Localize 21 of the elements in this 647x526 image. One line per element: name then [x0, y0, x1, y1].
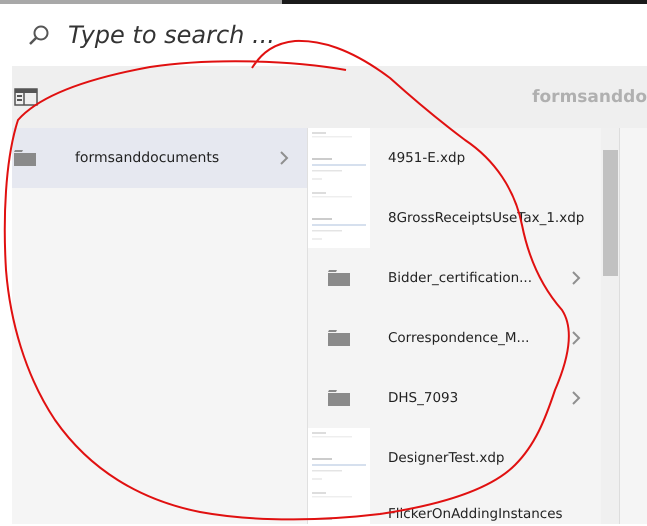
folder-icon	[328, 390, 350, 406]
item-label[interactable]: DesignerTest.xdp	[388, 450, 581, 466]
folder-icon	[14, 150, 36, 166]
item-label[interactable]: Correspondence_M...	[388, 330, 571, 346]
item-label[interactable]: FlickerOnAddingInstances	[388, 506, 581, 522]
folder-icon	[328, 270, 350, 286]
chevron-right-icon[interactable]	[571, 270, 581, 286]
item-label[interactable]: Bidder_certification...	[388, 270, 571, 286]
scrollbar[interactable]	[601, 128, 620, 524]
item-label[interactable]: DHS_7093	[388, 390, 571, 406]
folder-icon	[328, 330, 350, 346]
panel-toggle-icon[interactable]	[14, 88, 38, 106]
item-label[interactable]: 4951-E.xdp	[388, 150, 581, 166]
chevron-right-icon[interactable]	[279, 150, 289, 166]
item-label: formsanddocuments	[75, 150, 220, 166]
breadcrumb-title: formsanddo	[532, 87, 647, 107]
chevron-right-icon[interactable]	[571, 390, 581, 406]
search-icon	[28, 24, 50, 46]
search-field[interactable]: Type to search ...	[68, 21, 468, 49]
chevron-right-icon[interactable]	[571, 330, 581, 346]
folder-item[interactable]: formsanddocuments	[12, 128, 307, 188]
